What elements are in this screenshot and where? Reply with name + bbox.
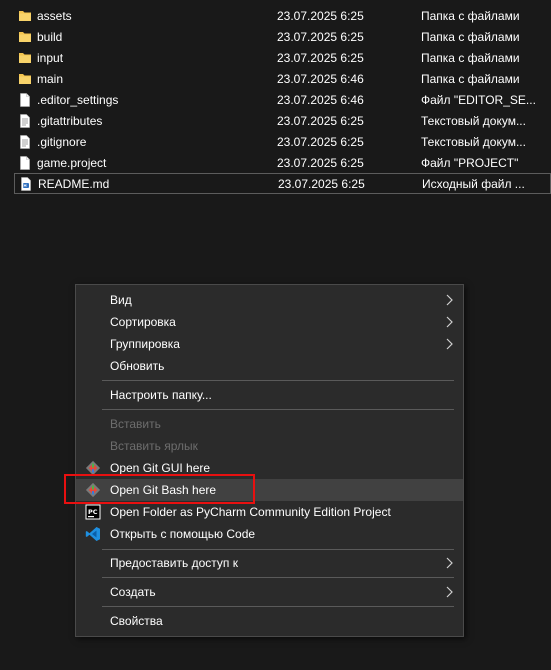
file-date: 23.07.2025 6:25 — [277, 114, 364, 128]
file-type: Исходный файл ... — [422, 177, 525, 191]
file-date: 23.07.2025 6:46 — [277, 72, 364, 86]
menu-separator — [102, 380, 454, 381]
menu-item-create[interactable]: Создать — [76, 581, 463, 603]
file-date: 23.07.2025 6:25 — [277, 30, 364, 44]
file-name: README.md — [38, 177, 110, 191]
menu-item-pycharm[interactable]: PC Open Folder as PyCharm Community Edit… — [76, 501, 463, 523]
menu-separator — [102, 577, 454, 578]
file-type: Папка с файлами — [421, 72, 520, 86]
file-name: game.project — [37, 156, 107, 170]
menu-item-label: Вставить ярлык — [110, 439, 198, 453]
menu-item-properties[interactable]: Свойства — [76, 610, 463, 632]
file-name: .gitattributes — [37, 114, 103, 128]
menu-item-label: Open Git Bash here — [110, 483, 217, 497]
file-date: 23.07.2025 6:25 — [277, 135, 364, 149]
menu-separator — [102, 606, 454, 607]
file-date: 23.07.2025 6:25 — [277, 9, 364, 23]
menu-item-label: Предоставить доступ к — [110, 556, 238, 570]
file-icon — [20, 156, 30, 170]
menu-item-label: Сортировка — [110, 315, 176, 329]
menu-item-label: Open Folder as PyCharm Community Edition… — [110, 505, 391, 519]
file-name: main — [37, 72, 64, 86]
menu-item-paste-shortcut[interactable]: Вставить ярлык — [76, 435, 463, 457]
file-row[interactable]: .editor_settings 23.07.2025 6:46 Файл "E… — [14, 90, 551, 111]
menu-item-label: Создать — [110, 585, 156, 599]
menu-item-label: Open Git GUI here — [110, 461, 211, 475]
menu-item-label: Группировка — [110, 337, 180, 351]
git-icon — [85, 460, 101, 476]
chevron-right-icon — [446, 316, 453, 328]
file-name: .editor_settings — [37, 93, 119, 107]
file-type: Папка с файлами — [421, 9, 520, 23]
chevron-right-icon — [446, 557, 453, 569]
file-type: Текстовый докум... — [421, 114, 526, 128]
vscode-icon — [85, 527, 100, 541]
context-menu: Вид Сортировка Группировка Обновить Наст… — [75, 284, 464, 637]
chevron-right-icon — [446, 294, 453, 306]
file-name: build — [37, 30, 63, 44]
file-date: 23.07.2025 6:25 — [277, 156, 364, 170]
file-row[interactable]: main 23.07.2025 6:46 Папка с файлами — [14, 69, 551, 90]
pycharm-icon: PC — [85, 504, 101, 520]
file-name: input — [37, 51, 64, 65]
file-icon — [20, 93, 30, 107]
menu-item-git-bash[interactable]: Open Git Bash here — [76, 479, 463, 501]
menu-item-label: Вид — [110, 293, 132, 307]
git-icon — [85, 482, 101, 498]
file-date: 23.07.2025 6:25 — [278, 177, 365, 191]
menu-item-paste[interactable]: Вставить — [76, 413, 463, 435]
text-file-icon — [20, 135, 30, 149]
menu-item-git-gui[interactable]: Open Git GUI here — [76, 457, 463, 479]
file-type: Текстовый докум... — [421, 135, 526, 149]
menu-item-label: Настроить папку... — [110, 388, 212, 402]
file-date: 23.07.2025 6:25 — [277, 51, 364, 65]
chevron-right-icon — [446, 338, 453, 350]
chevron-right-icon — [446, 586, 453, 598]
svg-text:PC: PC — [88, 508, 98, 516]
file-type: Файл "EDITOR_SE... — [421, 93, 536, 107]
menu-separator — [102, 549, 454, 550]
file-row[interactable]: input 23.07.2025 6:25 Папка с файлами — [14, 48, 551, 69]
folder-icon — [19, 11, 31, 21]
text-file-icon — [20, 114, 30, 128]
menu-item-refresh[interactable]: Обновить — [76, 355, 463, 377]
menu-item-share[interactable]: Предоставить доступ к — [76, 552, 463, 574]
folder-icon — [19, 53, 31, 63]
file-type: Файл "PROJECT" — [421, 156, 519, 170]
menu-item-label: Обновить — [110, 359, 165, 373]
file-row[interactable]: .gitignore 23.07.2025 6:25 Текстовый док… — [14, 132, 551, 153]
file-name: assets — [37, 9, 72, 23]
file-type: Папка с файлами — [421, 51, 520, 65]
menu-item-view[interactable]: Вид — [76, 289, 463, 311]
markdown-file-icon — [21, 177, 31, 191]
file-row[interactable]: assets 23.07.2025 6:25 Папка с файлами — [14, 6, 551, 27]
menu-item-label: Свойства — [110, 614, 163, 628]
folder-icon — [19, 74, 31, 84]
file-type: Папка с файлами — [421, 30, 520, 44]
menu-item-sort[interactable]: Сортировка — [76, 311, 463, 333]
folder-icon — [19, 32, 31, 42]
menu-item-customize-folder[interactable]: Настроить папку... — [76, 384, 463, 406]
file-row[interactable]: .gitattributes 23.07.2025 6:25 Текстовый… — [14, 111, 551, 132]
menu-item-label: Вставить — [110, 417, 161, 431]
menu-item-label: Открыть с помощью Code — [110, 527, 256, 541]
menu-item-vscode[interactable]: Открыть с помощью Code — [76, 523, 463, 545]
file-name: .gitignore — [37, 135, 87, 149]
file-row[interactable]: README.md 23.07.2025 6:25 Исходный файл … — [14, 173, 551, 194]
file-row[interactable]: build 23.07.2025 6:25 Папка с файлами — [14, 27, 551, 48]
menu-separator — [102, 409, 454, 410]
file-row[interactable]: game.project 23.07.2025 6:25 Файл "PROJE… — [14, 153, 551, 174]
menu-item-group[interactable]: Группировка — [76, 333, 463, 355]
file-date: 23.07.2025 6:46 — [277, 93, 364, 107]
